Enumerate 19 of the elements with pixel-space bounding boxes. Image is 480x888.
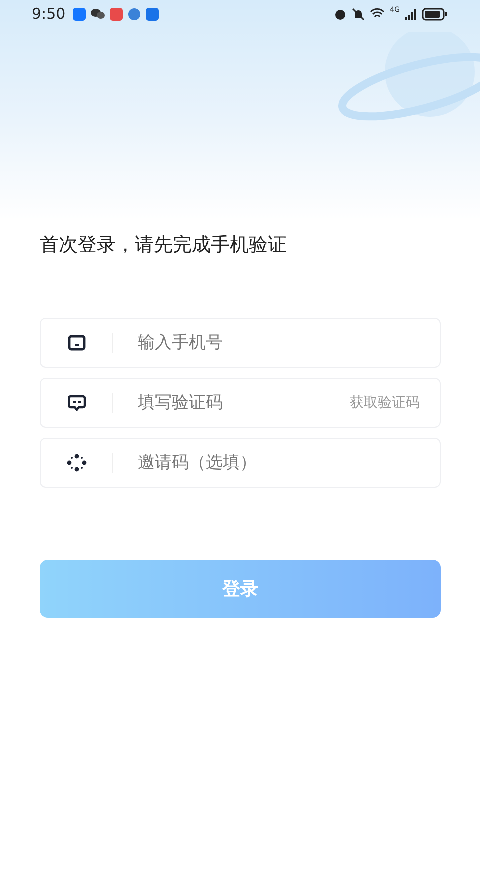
app-icon <box>72 8 86 20</box>
page-heading: 首次登录，请先完成手机验证 <box>39 233 288 258</box>
bell-muted-icon <box>352 8 366 20</box>
signal-icon <box>405 8 417 20</box>
wifi-icon <box>370 8 386 20</box>
get-code-link[interactable]: 获取验证码 <box>350 394 420 412</box>
dots-ring-icon <box>67 454 87 472</box>
status-time: 9:50 <box>32 5 66 23</box>
chat-icon <box>90 8 105 20</box>
app-icon <box>110 8 123 20</box>
text-input[interactable]: 输入手机号 <box>136 332 440 354</box>
input-field[interactable]: 填写验证码 获取验证码 <box>40 378 441 428</box>
phone-icon <box>68 335 86 351</box>
input-field[interactable]: 邀请码（选填） <box>40 438 441 488</box>
message-icon <box>68 395 86 411</box>
battery-icon <box>422 8 448 20</box>
text-input[interactable]: 填写验证码 <box>136 392 350 414</box>
text-input[interactable]: 邀请码（选填） <box>136 452 440 474</box>
input-field[interactable]: 输入手机号 <box>40 318 441 368</box>
